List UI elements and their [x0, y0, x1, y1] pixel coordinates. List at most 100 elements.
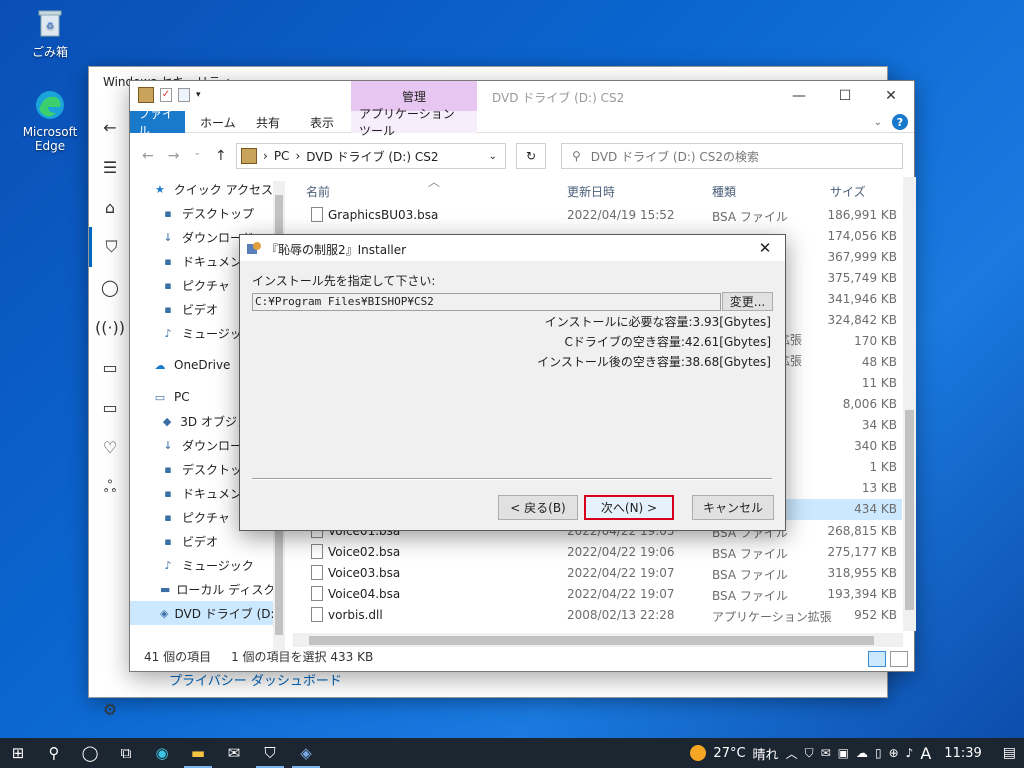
file-name: vorbis.dll: [328, 608, 383, 622]
network-icon[interactable]: ((·)): [89, 307, 131, 347]
back-arrow-icon[interactable]: ←: [89, 107, 131, 147]
close-icon[interactable]: ✕: [868, 81, 914, 111]
network-globe-icon[interactable]: ⊕: [889, 746, 899, 760]
help-icon[interactable]: ?: [892, 114, 908, 130]
desktop-icon-recycle-bin[interactable]: ♻ ごみ箱: [8, 6, 92, 60]
family-options-icon[interactable]: ஃ: [89, 467, 131, 507]
nav-item[interactable]: ▪ ビデオ: [130, 529, 273, 553]
weather-sun-icon[interactable]: [690, 745, 707, 761]
nav-item[interactable]: ▪ デスクトップ: [130, 201, 273, 225]
device-security-icon[interactable]: ▭: [89, 387, 131, 427]
3d-objects-icon: ◆: [162, 414, 172, 428]
breadcrumb-pc[interactable]: PC: [274, 149, 290, 163]
scrollbar-thumb[interactable]: [309, 636, 874, 645]
hamburger-menu-icon[interactable]: ☰: [89, 147, 131, 187]
tab-application-tools[interactable]: アプリケーション ツール: [351, 107, 477, 138]
nav-item-label: ピクチャ: [182, 510, 230, 525]
details-view-icon[interactable]: [868, 651, 886, 667]
search-input[interactable]: ⚲ DVD ドライブ (D:) CS2の検索: [561, 143, 903, 169]
column-header-date[interactable]: 更新日時: [567, 183, 615, 200]
install-path-field[interactable]: C:¥Program Files¥BISHOP¥CS2: [252, 293, 721, 311]
close-icon[interactable]: ✕: [745, 235, 785, 261]
change-path-button[interactable]: 変更...: [722, 292, 773, 311]
next-button[interactable]: 次へ(N) >: [584, 495, 674, 520]
tab-file[interactable]: ファイル: [130, 107, 185, 138]
up-arrow-icon[interactable]: ↑: [215, 148, 227, 164]
installer-taskbar-icon[interactable]: ◈: [288, 738, 324, 768]
tab-share[interactable]: 共有: [248, 111, 288, 133]
weather-condition[interactable]: 晴れ: [753, 744, 779, 763]
file-list-horizontal-scrollbar[interactable]: [293, 633, 903, 647]
edge-taskbar-icon[interactable]: ◉: [144, 738, 180, 768]
tab-view[interactable]: 表示: [302, 111, 342, 133]
home-icon[interactable]: ⌂: [89, 187, 131, 227]
cloud-offline-icon[interactable]: ☁: [856, 746, 868, 760]
address-dropdown-chevron-icon[interactable]: ⌄: [489, 151, 497, 162]
back-arrow-icon[interactable]: ←: [142, 148, 154, 164]
minimize-icon[interactable]: —: [776, 81, 822, 111]
nav-item[interactable]: ▬ ローカル ディスク (C: [130, 577, 285, 601]
column-header-name[interactable]: 名前: [306, 183, 330, 200]
file-size: 340 KB: [854, 439, 897, 453]
back-button[interactable]: < 戻る(B): [498, 495, 578, 520]
nav-item[interactable]: ♪ ミュージック: [130, 553, 273, 577]
mail-taskbar-icon[interactable]: ✉: [216, 738, 252, 768]
expand-ribbon-chevron-icon[interactable]: ⌄: [874, 117, 882, 128]
nav-item-label: DVD ドライブ (D:): [174, 606, 280, 621]
usb-device-icon[interactable]: ▯: [875, 746, 882, 760]
file-size: 34 KB: [861, 418, 897, 432]
music-folder-icon: ♪: [164, 326, 172, 340]
file-row[interactable]: GraphicsBU03.bsa 2022/04/19 15:52 BSA ファイル…: [290, 205, 902, 226]
task-view-icon[interactable]: ⧉: [108, 738, 144, 768]
privacy-dashboard-link[interactable]: プライバシー ダッシュボード: [169, 670, 342, 689]
maximize-icon[interactable]: ☐: [822, 81, 868, 111]
app-browser-icon[interactable]: ▭: [89, 347, 131, 387]
settings-gear-icon[interactable]: ⚙: [89, 689, 131, 729]
security-tray-icon[interactable]: ⛉: [805, 746, 814, 761]
ime-indicator[interactable]: A: [920, 744, 931, 763]
volume-icon[interactable]: ♪: [906, 746, 914, 760]
file-size: 324,842 KB: [827, 313, 897, 327]
new-folder-icon[interactable]: [178, 88, 190, 102]
search-icon[interactable]: ⚲: [36, 738, 72, 768]
tab-home[interactable]: ホーム: [192, 111, 244, 133]
file-list-vertical-scrollbar[interactable]: [903, 177, 916, 631]
account-icon[interactable]: ◯: [89, 267, 131, 307]
address-bar[interactable]: › PC › DVD ドライブ (D:) CS2 ⌄: [236, 143, 506, 169]
security-taskbar-icon[interactable]: ⛉: [252, 738, 288, 768]
checkmark-properties-icon[interactable]: ✓: [160, 88, 172, 102]
scrollbar-thumb[interactable]: [905, 410, 914, 610]
cortana-icon[interactable]: ◯: [72, 738, 108, 768]
notification-icon[interactable]: ▤: [1003, 745, 1016, 761]
mail-tray-icon[interactable]: ✉: [821, 746, 831, 760]
cancel-button[interactable]: キャンセル: [692, 495, 774, 520]
system-tray: 27°C 晴れ ︿ ⛉ ✉ ▣ ☁ ▯ ⊕ ♪ A 11:39 ▤: [690, 738, 1024, 768]
file-explorer-taskbar-icon[interactable]: ▬: [180, 738, 216, 768]
clock-time[interactable]: 11:39: [944, 746, 981, 761]
forward-arrow-icon[interactable]: →: [168, 148, 180, 164]
desktop-icon-edge[interactable]: Microsoft Edge: [8, 88, 92, 153]
shield-icon[interactable]: ⛉: [89, 227, 131, 267]
start-windows-icon[interactable]: ⊞: [0, 738, 36, 768]
column-header-size[interactable]: サイズ: [830, 183, 866, 200]
nav-item[interactable]: ★ クイック アクセス: [130, 177, 273, 201]
file-row[interactable]: Voice02.bsa 2022/04/22 19:06 BSA ファイル 275,1…: [290, 542, 902, 563]
file-row[interactable]: Voice03.bsa 2022/04/22 19:07 BSA ファイル 318,9…: [290, 563, 902, 584]
recent-chevron-icon[interactable]: ⌄: [193, 148, 201, 164]
large-icons-view-icon[interactable]: [890, 651, 908, 667]
nav-item-label: ローカル ディスク (C: [176, 582, 285, 597]
taskbar: ⊞ ⚲ ◯ ⧉ ◉ ▬ ✉ ⛉ ◈ 27°C 晴れ ︿ ⛉ ✉ ▣ ☁ ▯ ⊕ …: [0, 738, 1024, 768]
refresh-button[interactable]: ↻: [516, 143, 546, 169]
column-header-type[interactable]: 種類: [712, 183, 736, 200]
file-row[interactable]: vorbis.dll 2008/02/13 22:28 アプリケーション拡張 952 …: [290, 605, 902, 626]
vm-tray-icon[interactable]: ▣: [838, 746, 849, 760]
temperature[interactable]: 27°C: [713, 746, 745, 761]
file-row[interactable]: Voice04.bsa 2022/04/22 19:07 BSA ファイル 193,3…: [290, 584, 902, 605]
breadcrumb-drive[interactable]: DVD ドライブ (D:) CS2: [306, 148, 438, 165]
chevron-up-icon[interactable]: ︿: [786, 745, 798, 762]
device-health-icon[interactable]: ♡: [89, 427, 131, 467]
view-toggle: [868, 651, 908, 667]
customize-chevron-icon[interactable]: ▾: [196, 90, 201, 100]
nav-item[interactable]: ◈ DVD ドライブ (D:): [130, 601, 279, 625]
file-type: アプリケーション拡張: [712, 610, 832, 624]
